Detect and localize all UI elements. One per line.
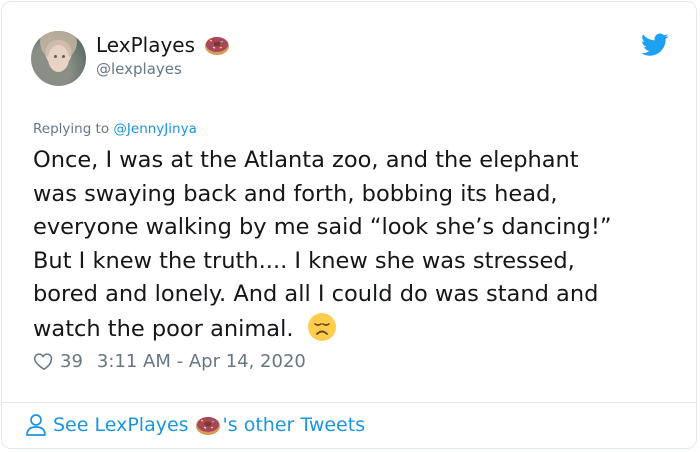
tweet-text: Once, I was at the Atlanta zoo, and the … (33, 144, 673, 346)
reply-prefix: Replying to (33, 121, 110, 137)
tweet-line: watch the poor animal. (33, 315, 294, 342)
tweet-line: everyone walking by me said “look she’s … (33, 214, 612, 240)
tweet-line: was swaying back and forth, bobbing its … (33, 180, 558, 207)
tweet-line: Once, I was at the Atlanta zoo, and the … (33, 147, 579, 173)
avatar-eye (62, 55, 65, 58)
display-name[interactable]: LexPlayes (96, 33, 195, 57)
avatar-face (48, 45, 69, 72)
heart-icon[interactable] (33, 350, 55, 372)
avatar-eye (54, 55, 57, 58)
twitter-bird-icon[interactable] (641, 33, 669, 57)
see-other-tweets-link[interactable]: See LexPlayes 's other Tweets (25, 413, 365, 437)
tweet-line: But I knew the truth.... I knew she was … (33, 247, 575, 274)
see-suffix: 's other Tweets (222, 414, 366, 436)
avatar[interactable] (31, 31, 86, 86)
doughnut-icon (204, 34, 230, 56)
tweet-meta: 39 3:11 AM - Apr 14, 2020 (33, 350, 306, 372)
see-prefix: See LexPlayes (53, 414, 189, 436)
tweet-last-line: watch the poor animal. (33, 312, 673, 347)
timestamp[interactable]: 3:11 AM - Apr 14, 2020 (97, 351, 306, 372)
user-handle[interactable]: @lexplayes (96, 60, 182, 78)
like-count[interactable]: 39 (60, 351, 83, 372)
doughnut-icon (195, 414, 221, 436)
author-name-row: LexPlayes (96, 33, 230, 57)
replying-to: Replying to @JennyJinya (33, 121, 197, 137)
reply-target-link[interactable]: @JennyJinya (113, 121, 196, 137)
person-icon (26, 414, 46, 436)
disappointed-face-icon (307, 312, 336, 341)
tweet-line: bored and lonely. And all I could do was… (33, 281, 599, 307)
footer-divider (1, 402, 697, 403)
